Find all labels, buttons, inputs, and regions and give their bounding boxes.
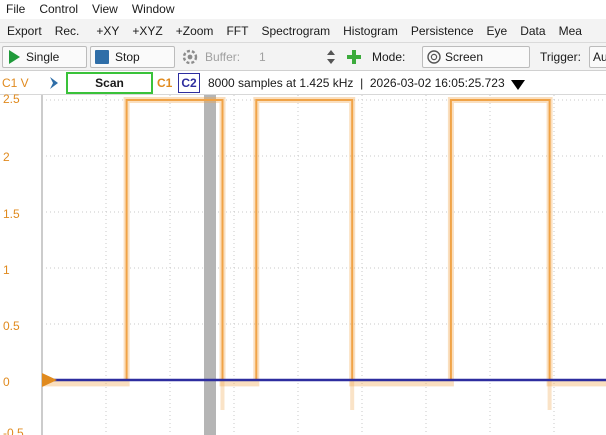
fft-button[interactable]: FFT	[219, 19, 254, 43]
scan-button[interactable]: Scan	[66, 72, 153, 94]
add-zoom-button[interactable]: +Zoom	[169, 19, 220, 43]
add-xy-button[interactable]: +XY	[89, 19, 125, 43]
buffer-label: Buffer:	[205, 50, 241, 64]
channel-status-bar: C1 V Scan C1 C2 8000 samples at 1.425 kH…	[0, 71, 606, 95]
scope-plot[interactable]: 2.5 2 1.5 1 0.5 0 -0.5	[0, 92, 606, 435]
stop-label: Stop	[115, 50, 140, 64]
trigger-label: Trigger:	[540, 50, 581, 64]
acquisition-toolbar: Single Stop Buffer: 1 Mode: Screen Trigg…	[0, 43, 606, 71]
mode-label: Mode:	[372, 50, 406, 64]
add-xyz-button[interactable]: +XYZ	[125, 19, 168, 43]
data-button[interactable]: Data	[513, 19, 551, 43]
export-button[interactable]: Export	[0, 19, 48, 43]
menu-bar: File Control View Window	[0, 0, 606, 19]
channel-c1-toggle[interactable]: C1	[157, 71, 172, 95]
stop-icon	[95, 50, 109, 64]
menu-file[interactable]: File	[0, 0, 33, 19]
mode-select[interactable]: Screen	[422, 46, 530, 68]
single-button[interactable]: Single	[2, 46, 87, 68]
trigger-value: Au	[593, 50, 606, 64]
buffer-spin-icon[interactable]	[326, 49, 336, 65]
persistence-button[interactable]: Persistence	[404, 19, 480, 43]
add-icon[interactable]	[346, 49, 362, 65]
trigger-select[interactable]: Au	[589, 46, 606, 68]
histogram-button[interactable]: Histogram	[336, 19, 404, 43]
measurements-button[interactable]: Mea	[552, 19, 588, 43]
acquisition-info: 8000 samples at 1.425 kHz | 2026-03-02 1…	[208, 76, 505, 90]
waveform-plot	[41, 95, 606, 435]
c1-undershoot-mark	[220, 380, 225, 410]
record-button[interactable]: Rec.	[48, 19, 86, 43]
stop-button[interactable]: Stop	[90, 46, 175, 68]
single-label: Single	[26, 50, 60, 64]
menu-control[interactable]: Control	[33, 0, 86, 19]
channel-c2-toggle[interactable]: C2	[178, 73, 200, 93]
c1-undershoot-mark	[350, 380, 355, 410]
buffer-value[interactable]: 1	[259, 43, 266, 71]
trigger-position-marker-icon[interactable]	[511, 80, 525, 90]
eye-button[interactable]: Eye	[480, 19, 514, 43]
instrument-toolbar: Export Rec. +XY +XYZ +Zoom FFT Spectrogr…	[0, 19, 606, 43]
menu-view[interactable]: View	[86, 0, 126, 19]
c1-trace	[42, 99, 606, 381]
screen-mode-icon	[427, 50, 441, 64]
c1-undershoot-mark	[547, 380, 552, 410]
cursor-band[interactable]	[204, 95, 216, 435]
mode-value: Screen	[445, 50, 484, 64]
scan-label: Scan	[95, 76, 124, 90]
channel-c2-label: C2	[181, 76, 197, 90]
buffer-settings-icon[interactable]	[181, 48, 199, 66]
spectrogram-button[interactable]: Spectrogram	[254, 19, 336, 43]
chevron-right-icon[interactable]	[49, 76, 59, 90]
play-icon	[9, 50, 20, 64]
menu-window[interactable]: Window	[126, 0, 183, 19]
